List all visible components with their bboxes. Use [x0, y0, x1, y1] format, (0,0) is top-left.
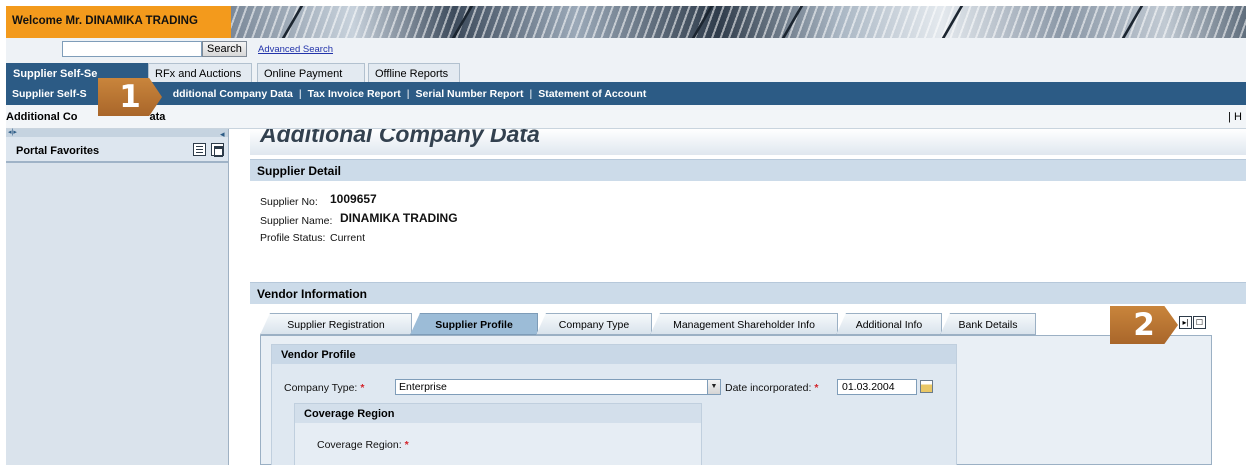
- header-banner-image: [231, 6, 1246, 38]
- coverage-region-label: Coverage Region: *: [317, 439, 409, 451]
- subnav-separator: |: [298, 88, 302, 100]
- vendor-profile-group: Vendor Profile Company Type: * Enterprise…: [271, 344, 957, 465]
- portal-header: Welcome Mr. DINAMIKA TRADING: [6, 6, 1246, 38]
- tab-management-shareholder-info[interactable]: Management Shareholder Info: [650, 313, 838, 335]
- vendor-information-tabs: Supplier Registration Supplier Profile C…: [260, 311, 1220, 335]
- content-title-bar: Additional Company Data: [250, 129, 1246, 155]
- search-input[interactable]: [62, 41, 202, 57]
- supplier-name-value: DINAMIKA TRADING: [340, 211, 458, 225]
- vendor-profile-heading: Vendor Profile: [272, 345, 956, 364]
- portal-favorites-header: Portal Favorites: [6, 137, 228, 163]
- coverage-region-heading: Coverage Region: [295, 404, 701, 423]
- panel-collapse-toggle[interactable]: ◂|▸: [6, 129, 228, 137]
- page-bar-right-links[interactable]: | H: [1228, 111, 1242, 123]
- portal-favorites-panel: ◂|▸ ◂ Portal Favorites: [6, 129, 229, 465]
- tab-offline-reports[interactable]: Offline Reports: [368, 63, 460, 82]
- date-incorporated-input[interactable]: 01.03.2004: [837, 379, 917, 395]
- subnav-item-supplier-self-service[interactable]: Supplier Self-S: [12, 88, 87, 100]
- welcome-message: Welcome Mr. DINAMIKA TRADING: [6, 6, 231, 38]
- subnav-separator: |: [529, 88, 533, 100]
- step-1-callout: 1: [98, 78, 162, 116]
- top-level-navigation: Supplier Self-Se RFx and Auctions Online…: [6, 60, 1246, 82]
- advanced-search-link[interactable]: Advanced Search: [258, 44, 333, 55]
- main-content: Additional Company Data Supplier Detail …: [236, 129, 1246, 465]
- subnav-separator: |: [406, 88, 410, 100]
- tab-supplier-registration[interactable]: Supplier Registration: [260, 313, 412, 335]
- required-asterisk: *: [814, 382, 819, 394]
- page-title-bar: Additional Co ata | H: [6, 105, 1246, 129]
- tab-supplier-profile[interactable]: Supplier Profile: [410, 313, 538, 335]
- vendor-information-heading: Vendor Information: [250, 282, 1246, 304]
- subnav-item-tax-invoice-report[interactable]: Tax Invoice Report: [308, 88, 401, 100]
- supplier-no-label: Supplier No:: [260, 196, 318, 208]
- subnav-item-statement-of-account[interactable]: Statement of Account: [538, 88, 646, 100]
- tab-online-payment[interactable]: Online Payment: [257, 63, 365, 82]
- company-type-dropdown[interactable]: Enterprise: [395, 379, 708, 395]
- step-2-callout: 2: [1110, 306, 1178, 344]
- tab-additional-info[interactable]: Additional Info: [836, 313, 942, 335]
- supplier-no-value: 1009657: [330, 192, 377, 206]
- favorites-window-icon[interactable]: [211, 143, 224, 157]
- profile-status-value: Current: [330, 232, 366, 244]
- date-incorporated-label: Date incorporated: *: [725, 382, 819, 394]
- search-button[interactable]: Search: [202, 41, 247, 57]
- search-bar: Search Advanced Search: [6, 38, 1246, 60]
- company-type-label: Company Type: *: [284, 382, 365, 394]
- supplier-detail-heading: Supplier Detail: [250, 159, 1246, 181]
- favorites-list-icon[interactable]: [192, 143, 206, 156]
- portal-favorites-title: Portal Favorites: [16, 145, 100, 157]
- second-level-navigation: Supplier Self-S dditional Company Data | Ta…: [6, 82, 1246, 105]
- coverage-region-group: Coverage Region Coverage Region: *: [294, 403, 702, 465]
- profile-status-label: Profile Status:: [260, 232, 326, 244]
- tab-scroll-tools: ▸| ☐: [1178, 316, 1206, 330]
- calendar-icon[interactable]: [920, 380, 933, 393]
- required-asterisk: *: [404, 439, 409, 451]
- supplier-name-label: Supplier Name:: [260, 215, 333, 227]
- tab-company-type[interactable]: Company Type: [536, 313, 652, 335]
- tab-list-icon[interactable]: ☐: [1193, 316, 1206, 329]
- supplier-profile-tab-panel: Vendor Profile Company Type: * Enterprise…: [260, 335, 1212, 465]
- subnav-item-additional-company-data[interactable]: dditional Company Data: [173, 88, 293, 100]
- content-title: Additional Company Data: [260, 129, 540, 147]
- last-tab-icon[interactable]: ▸|: [1179, 316, 1192, 329]
- required-asterisk: *: [360, 382, 365, 394]
- tab-rfx-and-auctions[interactable]: RFx and Auctions: [148, 63, 252, 82]
- dropdown-arrow-icon[interactable]: ▼: [707, 379, 721, 395]
- tab-bank-details[interactable]: Bank Details: [940, 313, 1036, 335]
- subnav-item-serial-number-report[interactable]: Serial Number Report: [416, 88, 524, 100]
